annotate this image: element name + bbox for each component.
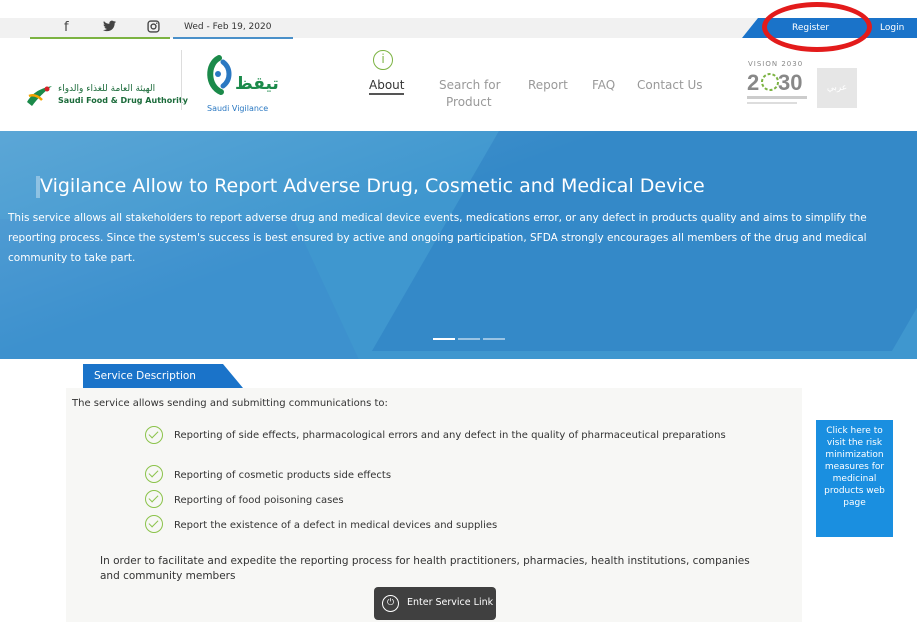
check-circle-icon (145, 490, 163, 508)
saudi-vigilance-label: Saudi Vigilance (207, 104, 269, 113)
hero-description: This service allows all stakeholders to … (8, 212, 867, 264)
login-button[interactable]: Login (880, 23, 904, 33)
nav-search-for-product[interactable]: Search for (439, 78, 501, 92)
saudi-vigilance-arabic: تيقظ (235, 74, 279, 94)
sfda-arabic-name: الهيئة العامة للغذاء والدواء (58, 84, 156, 94)
list-item: Report the existence of a defect in medi… (174, 520, 498, 531)
hero-title: Vigilance Allow to Report Adverse Drug, … (40, 175, 705, 197)
service-intro: The service allows sending and submittin… (72, 398, 388, 409)
date-underline (173, 37, 293, 39)
current-date: Wed - Feb 19, 2020 (184, 22, 272, 32)
saudi-vigilance-logo[interactable]: تيقظ (205, 52, 285, 107)
social-underline (30, 37, 170, 39)
enter-service-link-label: Enter Service Link (407, 597, 494, 608)
list-item: Reporting of side effects, pharmacologic… (174, 430, 726, 441)
list-item: Reporting of cosmetic products side effe… (174, 470, 392, 481)
nav-search-for-product-line2[interactable]: Product (446, 95, 492, 109)
check-circle-icon (145, 426, 163, 444)
vision-2030-logo: VISION 2030 2 30 (746, 60, 811, 115)
enter-service-link-button[interactable]: ⏻ Enter Service Link (374, 587, 496, 620)
nav-contact-us[interactable]: Contact Us (637, 78, 703, 92)
nav-report[interactable]: Report (528, 78, 568, 92)
nav-faq[interactable]: FAQ (592, 78, 615, 92)
carousel-dot-2[interactable] (458, 338, 480, 340)
check-circle-icon (145, 515, 163, 533)
power-icon: ⏻ (382, 595, 399, 612)
risk-minimization-link[interactable]: Click here to visit the risk minimizatio… (816, 420, 893, 537)
register-highlight-annotation (762, 2, 872, 52)
svg-text:30: 30 (778, 70, 802, 95)
nav-about[interactable]: About (369, 78, 405, 95)
service-description-tab-label: Service Description (94, 370, 196, 382)
check-circle-icon (145, 465, 163, 483)
sfda-english-name: Saudi Food & Drug Authority (58, 96, 188, 105)
list-item: Reporting of food poisoning cases (174, 495, 344, 506)
twitter-icon[interactable] (103, 20, 116, 36)
service-footnote: In order to facilitate and expedite the … (100, 555, 750, 582)
carousel-dot-3[interactable] (483, 338, 505, 340)
instagram-icon[interactable] (147, 20, 160, 37)
info-icon: i (373, 50, 393, 70)
vision-2030-label: VISION 2030 (748, 60, 804, 68)
svg-text:2: 2 (747, 70, 759, 95)
logo-divider (181, 50, 182, 110)
facebook-icon[interactable]: f (64, 20, 69, 35)
carousel-dot-1[interactable] (433, 338, 455, 340)
arabic-language-button[interactable]: عربي (817, 68, 857, 108)
